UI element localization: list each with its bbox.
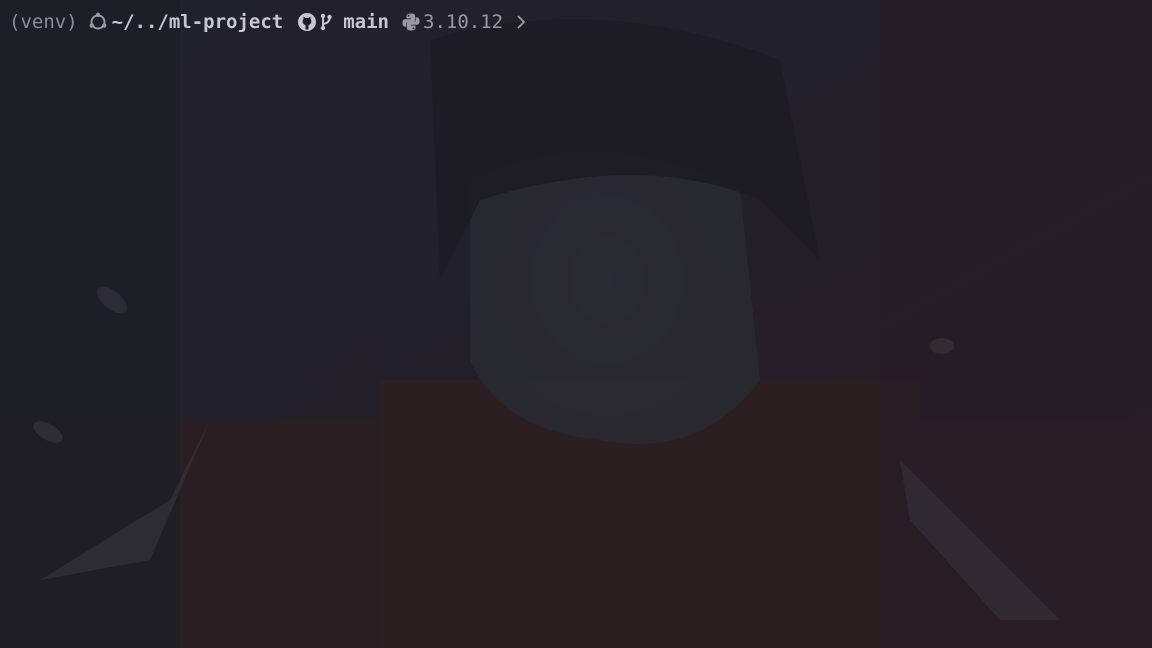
shell-prompt: (venv) ~/../ml-project main 3.10.12 — [9, 9, 527, 35]
python-version: 3.10.12 — [423, 11, 504, 33]
current-directory: ~/../ml-project — [111, 11, 284, 33]
venv-indicator: (venv) — [9, 11, 78, 33]
github-icon — [298, 13, 317, 31]
python-icon — [402, 13, 420, 31]
chevron-right-icon — [517, 15, 526, 29]
wallpaper-background — [0, 0, 1152, 648]
ubuntu-icon — [89, 12, 107, 30]
terminal-window[interactable]: (venv) ~/../ml-project main 3.10.12 — [0, 0, 1152, 648]
git-branch-icon — [321, 13, 332, 31]
git-branch-name: main — [343, 11, 389, 33]
